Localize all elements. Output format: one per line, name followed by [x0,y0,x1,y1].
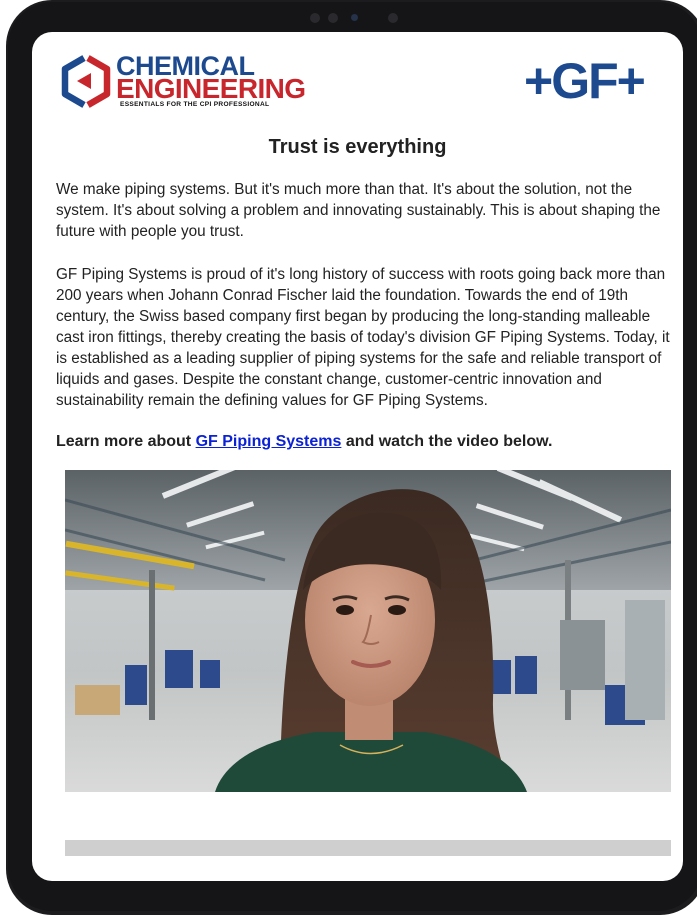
ce-hexagon-icon [61,55,111,108]
logo-word-engineering: ENGINEERING [116,73,306,104]
email-screen: CHEMICAL ENGINEERING ESSENTIALS FOR THE … [32,32,683,881]
cta-line: Learn more about GF Piping Systems and w… [56,433,552,451]
cta-text-after: and watch the video below. [341,433,553,450]
sensor-dot [310,13,320,23]
video-thumbnail[interactable] [65,470,671,792]
gf-piping-systems-link[interactable]: GF Piping Systems [196,433,342,450]
chemical-engineering-logo[interactable]: CHEMICAL ENGINEERING ESSENTIALS FOR THE … [58,50,328,112]
footer-placeholder-bar [65,840,671,856]
front-camera [300,11,410,25]
gf-logo[interactable]: +GF+ [524,56,646,106]
logo-tagline: ESSENTIALS FOR THE CPI PROFESSIONAL [120,101,270,108]
camera-lens [351,14,358,21]
cta-text: Learn more about [56,433,196,450]
sensor-dot [328,13,338,23]
history-paragraph: GF Piping Systems is proud of it's long … [56,266,670,409]
video-frame-image [65,470,671,792]
intro-paragraph: We make piping systems. But it's much mo… [56,181,661,240]
sensor-dot [388,13,398,23]
headline: Trust is everything [268,136,447,158]
